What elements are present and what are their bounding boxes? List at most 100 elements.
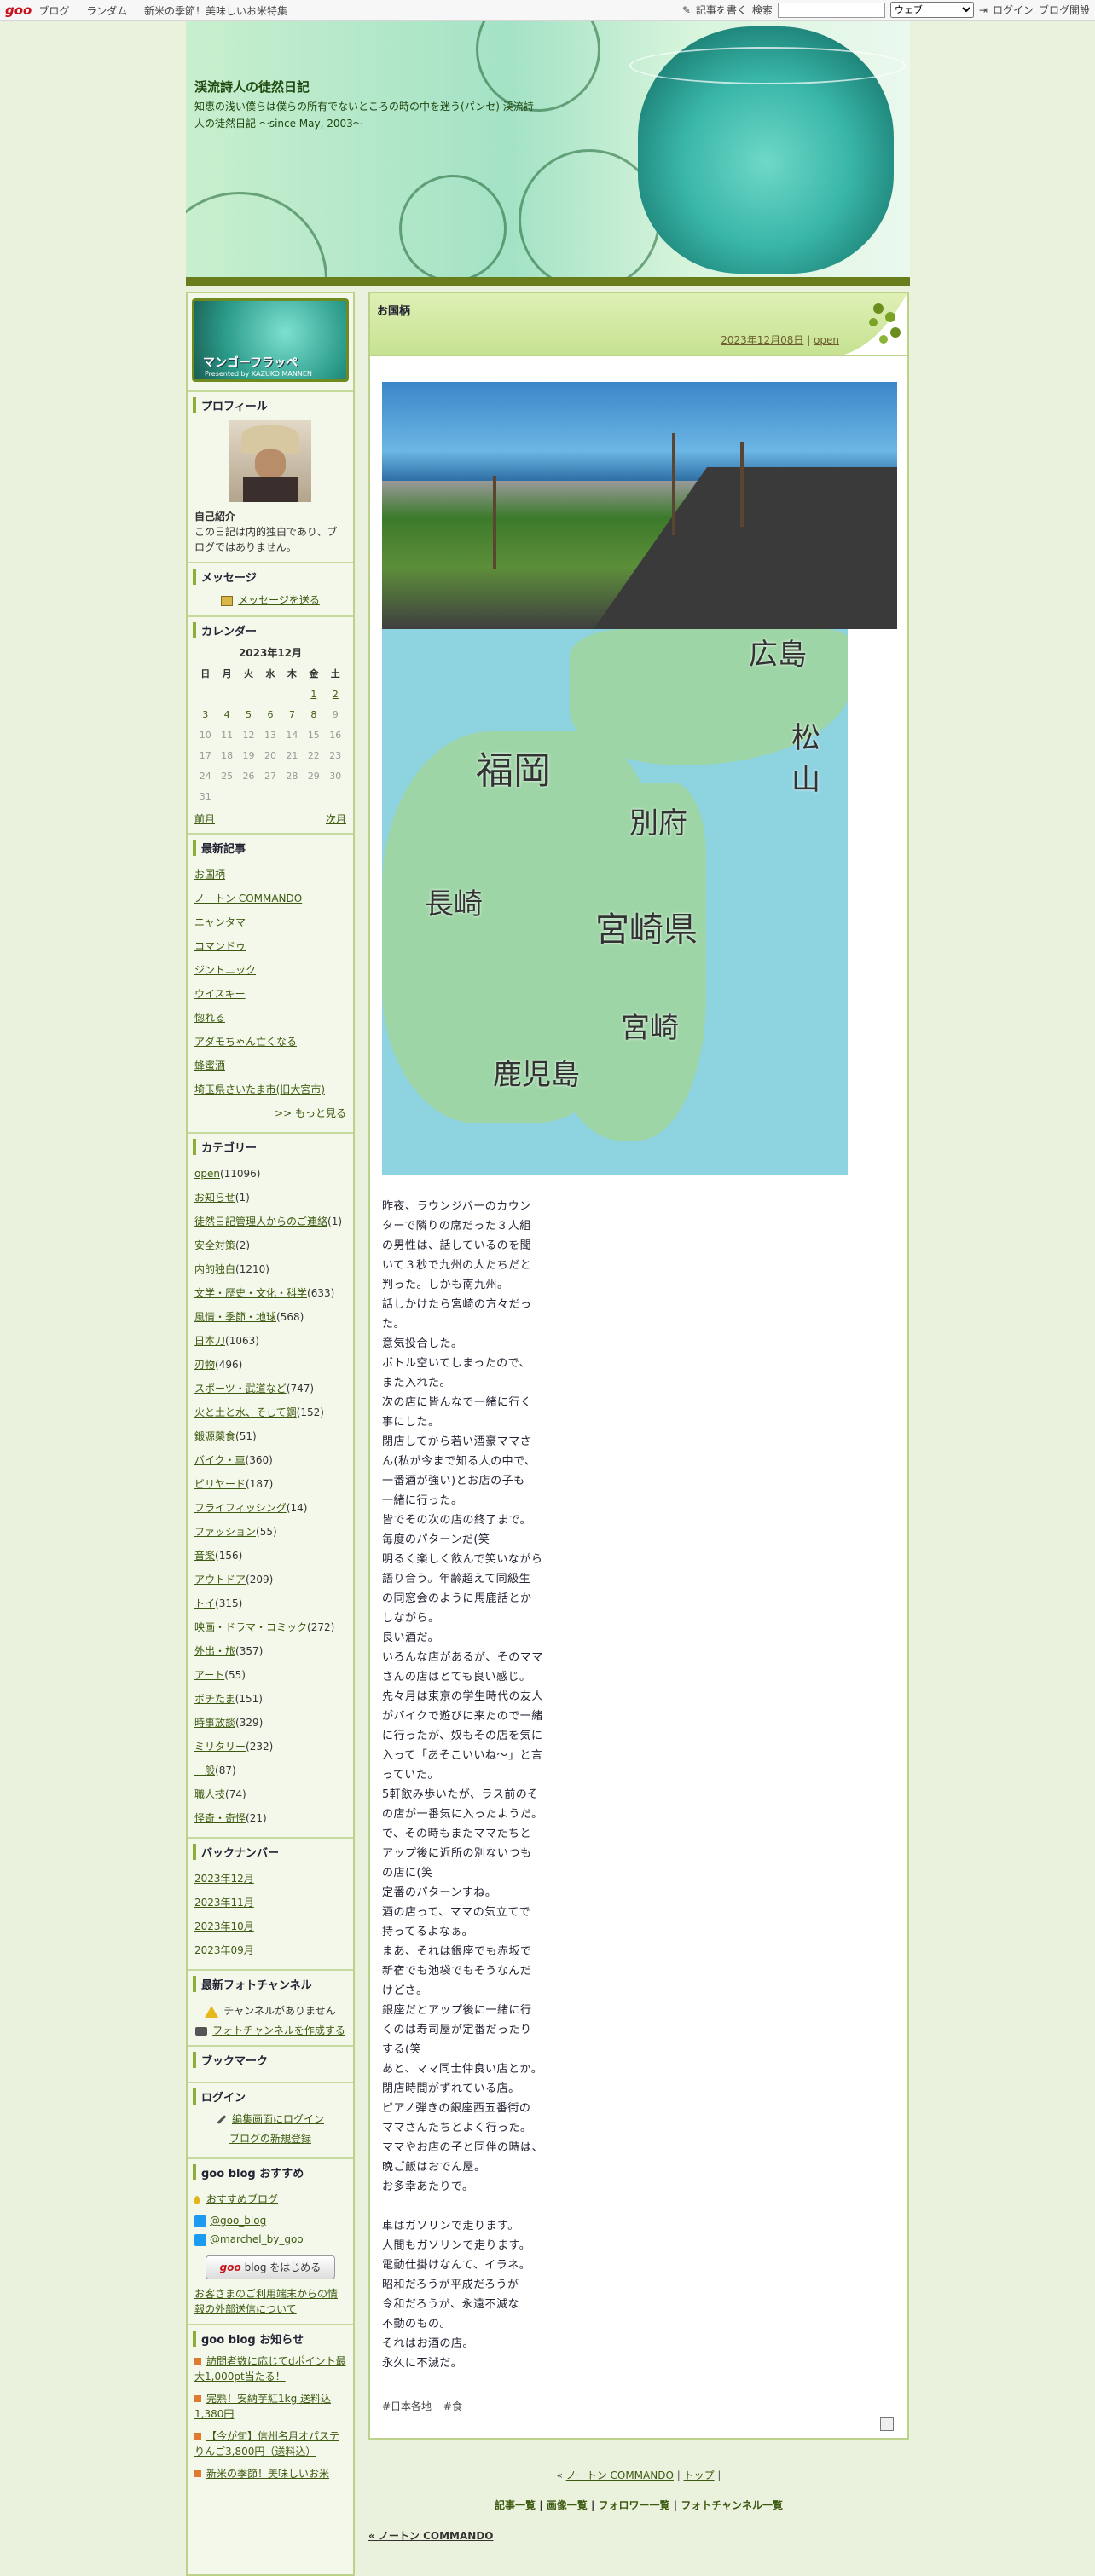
external-info-link[interactable]: お客さまのご利用端末からの情報の外部送信について: [194, 2288, 338, 2315]
post-date[interactable]: 2023年12月08日: [721, 334, 803, 346]
search-scope-select[interactable]: ウェブ: [889, 2, 974, 18]
category-link[interactable]: 安全対策: [194, 1239, 235, 1251]
start-blog-button[interactable]: goo blog をはじめる: [206, 2255, 335, 2279]
tag-link[interactable]: #食: [443, 2400, 462, 2412]
calendar-weekday: 土: [330, 668, 340, 679]
backnumber-link[interactable]: 2023年10月: [194, 1920, 254, 1932]
category-link[interactable]: フライフィッシング: [194, 1502, 287, 1514]
calendar-next[interactable]: 次月: [326, 811, 346, 826]
photochannel-list-link[interactable]: フォトチャンネル一覧: [681, 2499, 783, 2511]
calendar-prev[interactable]: 前月: [194, 811, 215, 826]
recent-post-link[interactable]: ノートン COMMANDO: [194, 892, 302, 904]
category-link[interactable]: お知らせ: [194, 1192, 235, 1204]
category-link[interactable]: 映画・ドラマ・コミック: [194, 1621, 307, 1633]
category-link[interactable]: 内的独白: [194, 1263, 235, 1275]
category-link[interactable]: 怪奇・奇怪: [194, 1812, 246, 1824]
recent-post-link[interactable]: ニャンタマ: [194, 916, 246, 928]
backnumber-link[interactable]: 2023年11月: [194, 1897, 254, 1909]
category-link[interactable]: 刃物: [194, 1359, 215, 1371]
category-link[interactable]: 外出・旅: [194, 1645, 235, 1657]
prev-post-link[interactable]: ノートン COMMANDO: [566, 2469, 674, 2481]
category-link[interactable]: トイ: [194, 1597, 215, 1609]
category-link[interactable]: アウトドア: [194, 1574, 246, 1585]
category-link[interactable]: ビリヤード: [194, 1478, 246, 1490]
recent-post-link[interactable]: お国柄: [194, 869, 225, 881]
news-link[interactable]: 【今が旬】信州名月オパステりんご3,800円（送料込）: [194, 2430, 339, 2458]
category-link[interactable]: バイク・車: [194, 1454, 246, 1466]
post-category[interactable]: open: [814, 334, 839, 346]
category-link[interactable]: 火と土と水、そして鋼: [194, 1406, 297, 1418]
twitter-goo-blog-link[interactable]: @goo_blog: [210, 2215, 266, 2227]
image-list-link[interactable]: 画像一覧: [547, 2499, 588, 2511]
search-input[interactable]: [777, 2, 885, 18]
register-link[interactable]: ブログの新規登録: [229, 2133, 311, 2145]
calendar-day-link[interactable]: 6: [267, 709, 273, 720]
category-item: 内的独白(1210): [194, 1257, 346, 1281]
category-link[interactable]: ファッション: [194, 1526, 256, 1538]
recommend-blog-link[interactable]: おすすめブログ: [206, 2193, 278, 2205]
recent-post-item: ノートン COMMANDO: [194, 887, 346, 910]
calendar-day-link[interactable]: 8: [310, 709, 316, 720]
top-link[interactable]: トップ: [684, 2469, 715, 2481]
more-posts-link[interactable]: >> もっと見る: [275, 1107, 346, 1119]
post-line: 一緒に行った。: [382, 1494, 463, 1507]
recent-post-link[interactable]: コマンドゥ: [194, 940, 246, 952]
category-link[interactable]: 風情・季節・地球: [194, 1311, 276, 1323]
category-link[interactable]: 時事放談: [194, 1717, 235, 1729]
start-blog-link[interactable]: ブログ開設: [1039, 3, 1090, 17]
backnumber-link[interactable]: 2023年09月: [194, 1944, 254, 1956]
post-line: 車はガソリンで走ります。: [382, 2220, 519, 2232]
blog-title[interactable]: 渓流詩人の徒然日記: [194, 78, 310, 95]
recent-post-link[interactable]: 埼玉県さいたま市(旧大宮市): [194, 1083, 325, 1095]
calendar-weekday: 日: [200, 668, 211, 679]
coast-road-photo[interactable]: [382, 382, 897, 629]
news-link[interactable]: 訪問者数に応じてdポイント最大1,000pt当たる！: [194, 2355, 346, 2383]
news-link[interactable]: 新米の季節！美味しいお米: [206, 2468, 329, 2480]
post-title[interactable]: お国柄: [377, 302, 410, 318]
recent-post-link[interactable]: 惚れる: [194, 1012, 225, 1024]
category-link[interactable]: スポーツ・武道など: [194, 1383, 287, 1395]
category-link[interactable]: 文学・歴史・文化・科学: [194, 1287, 307, 1299]
recent-post-link[interactable]: アダモちゃん亡くなる: [194, 1036, 297, 1048]
category-link[interactable]: 日本刀: [194, 1335, 225, 1347]
tag-link[interactable]: #日本各地: [382, 2400, 432, 2412]
back-link-text[interactable]: « ノートン COMMANDO: [368, 2530, 494, 2542]
calendar-day-link[interactable]: 5: [246, 709, 252, 720]
avatar[interactable]: [229, 420, 311, 502]
category-link[interactable]: 一般: [194, 1765, 215, 1776]
category-link[interactable]: 徒然日記管理人からのご連絡: [194, 1216, 327, 1227]
back-link[interactable]: « ノートン COMMANDO: [368, 2528, 494, 2543]
follower-list-link[interactable]: フォロワー一覧: [599, 2499, 670, 2511]
recent-post-link[interactable]: 蜂蜜酒: [194, 1060, 225, 1071]
backnumber-link[interactable]: 2023年12月: [194, 1873, 254, 1885]
category-link[interactable]: 音楽: [194, 1550, 215, 1562]
news-link[interactable]: 完熟！安納芋紅1kg 送料込1,380円: [194, 2393, 331, 2420]
category-link[interactable]: ミリタリー: [194, 1741, 246, 1753]
calendar-day-link[interactable]: 1: [310, 689, 316, 700]
calendar-day-link[interactable]: 2: [333, 689, 339, 700]
write-link[interactable]: 記事を書く: [696, 3, 747, 17]
edit-icon[interactable]: [880, 2417, 894, 2431]
login-link[interactable]: ログイン: [993, 3, 1034, 17]
envelope-icon: [221, 595, 234, 606]
calendar-day-link[interactable]: 4: [224, 709, 230, 720]
kyushu-map[interactable]: 広島 松山 福岡 別府 長崎 宮崎県 宮崎 鹿児島: [382, 629, 848, 1175]
goo-logo[interactable]: goo: [5, 3, 32, 18]
send-message-link[interactable]: メッセージを送る: [238, 594, 320, 606]
recent-post-link[interactable]: ジントニック: [194, 964, 256, 976]
category-link[interactable]: 職人技: [194, 1788, 225, 1800]
calendar-day-link[interactable]: 3: [202, 709, 208, 720]
edit-login-link[interactable]: 編集画面にログイン: [232, 2113, 324, 2125]
nav-random[interactable]: ランダム: [86, 5, 127, 17]
category-link[interactable]: アート: [194, 1669, 224, 1681]
category-link[interactable]: ボチたま: [194, 1693, 235, 1705]
category-link[interactable]: open: [194, 1168, 220, 1180]
twitter-marchel-link[interactable]: @marchel_by_goo: [210, 2233, 304, 2245]
calendar-day-link[interactable]: 7: [289, 709, 295, 720]
nav-feature[interactable]: 新米の季節！美味しいお米特集: [144, 5, 287, 17]
category-link[interactable]: 鍛源薬食: [194, 1430, 235, 1442]
post-list-link[interactable]: 記事一覧: [495, 2499, 536, 2511]
create-channel-link[interactable]: フォトチャンネルを作成する: [212, 2024, 345, 2036]
recent-post-link[interactable]: ウイスキー: [194, 988, 246, 1000]
nav-blog[interactable]: ブログ: [38, 5, 69, 17]
